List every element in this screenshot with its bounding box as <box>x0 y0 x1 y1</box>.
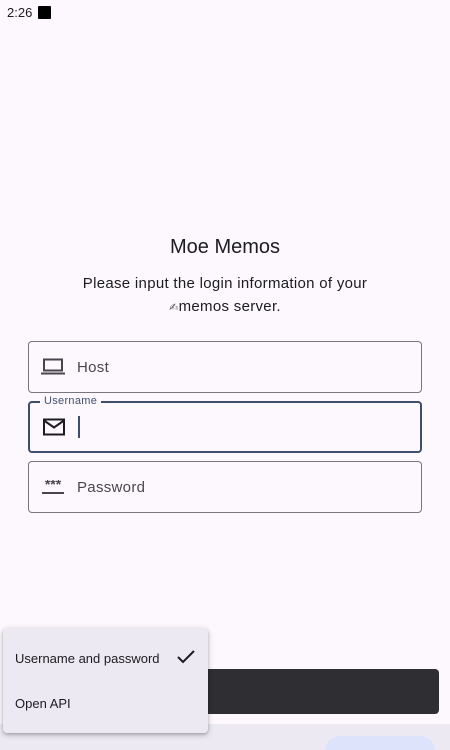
mail-icon <box>30 418 78 436</box>
password-placeholder: Password <box>77 478 146 496</box>
menu-item-open-api[interactable]: Open API <box>3 681 208 726</box>
subtitle-line-1: Please input the login information of yo… <box>82 275 368 292</box>
svg-text:***: *** <box>45 480 62 492</box>
menu-item-label: Username and password <box>15 651 160 666</box>
laptop-icon <box>29 358 77 376</box>
status-bar: 2:26 <box>0 0 450 24</box>
login-button[interactable] <box>190 669 439 714</box>
floating-action-button[interactable] <box>325 736 435 750</box>
password-dots-icon: *** <box>29 480 77 494</box>
page-subtitle: Please input the login information of yo… <box>60 272 390 320</box>
page-title: Moe Memos <box>169 236 281 258</box>
menu-item-label: Open API <box>15 696 71 711</box>
password-field[interactable]: *** Password <box>28 461 422 513</box>
host-placeholder: Host <box>77 358 110 376</box>
text-caret <box>78 416 80 438</box>
subtitle-line-2-text: memos server. <box>178 298 281 315</box>
status-time: 2:26 <box>7 4 33 20</box>
notification-icon <box>38 5 52 19</box>
memo-pencil-icon: ✍ <box>169 302 179 314</box>
username-field[interactable]: Username <box>28 395 422 453</box>
subtitle-line-2: ✍memos server. <box>60 295 390 320</box>
check-icon <box>176 649 196 668</box>
menu-item-username-password[interactable]: Username and password <box>3 636 208 681</box>
username-label: Username <box>40 395 102 407</box>
login-method-menu: Username and password Open API <box>3 628 208 733</box>
host-field[interactable]: Host <box>28 341 422 393</box>
